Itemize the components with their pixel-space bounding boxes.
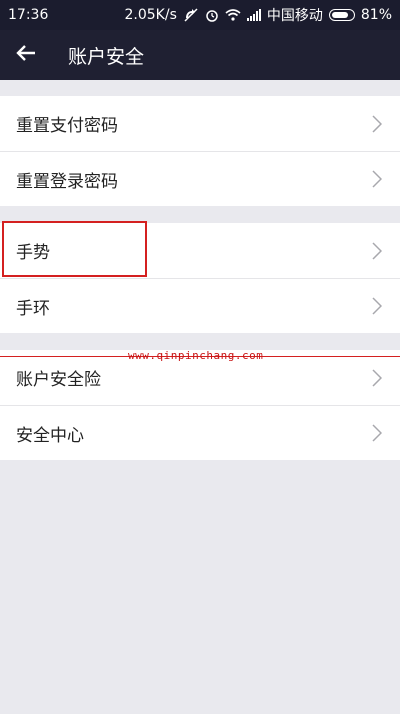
chevron-right-icon — [372, 424, 382, 442]
battery-icon — [328, 9, 355, 21]
back-button[interactable] — [0, 30, 52, 80]
arrow-left-icon — [16, 44, 36, 66]
status-icons: 2.05K/s 中国移动 81% — [125, 5, 393, 25]
menu-item-security-center[interactable]: 安全中心 — [0, 405, 400, 460]
watermark-text: www.qinpinchang.com — [128, 349, 264, 362]
page-title: 账户安全 — [68, 45, 145, 68]
sync-off-icon — [183, 8, 199, 22]
chevron-right-icon — [372, 241, 382, 260]
battery-percent: 81% — [360, 7, 392, 23]
menu-item-reset-pay-password[interactable]: 重置支付密码 — [0, 96, 400, 151]
signal-icon — [246, 9, 261, 21]
battery-fill — [331, 12, 349, 18]
menu-item-reset-login-password[interactable]: 重置登录密码 — [0, 151, 400, 206]
settings-group-passwords: 重置支付密码 重置登录密码 — [0, 96, 400, 206]
alarm-icon — [205, 8, 219, 22]
menu-item-label: 账户安全险 — [16, 370, 101, 390]
menu-item-gesture[interactable]: 手势 — [0, 223, 400, 278]
chevron-right-icon — [372, 114, 382, 133]
menu-item-wristband[interactable]: 手环 — [0, 278, 400, 333]
app-header: 账户安全 — [0, 30, 400, 80]
menu-item-label: 重置登录密码 — [16, 171, 118, 192]
menu-item-label: 手环 — [16, 298, 50, 319]
menu-item-label: 重置支付密码 — [16, 116, 118, 136]
wifi-icon — [225, 9, 241, 21]
chevron-right-icon — [372, 170, 382, 188]
status-bar: 17:36 2.05K/s 中国移动 81% — [0, 0, 400, 30]
chevron-right-icon — [372, 368, 382, 387]
menu-item-label: 手势 — [16, 243, 50, 263]
settings-group-security: 账户安全险 安全中心 — [0, 350, 400, 460]
network-speed: 2.05K/s — [124, 7, 177, 23]
chevron-right-icon — [372, 297, 382, 315]
menu-item-label: 安全中心 — [16, 425, 84, 446]
carrier-name: 中国移动 — [266, 8, 323, 24]
settings-group-gesture: 手势 手环 — [0, 223, 400, 333]
status-time: 17:36 — [8, 7, 49, 23]
